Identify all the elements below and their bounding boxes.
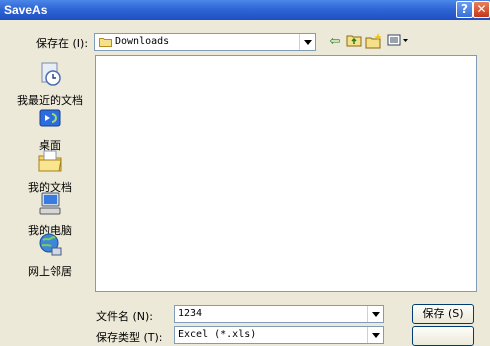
place-network[interactable]: 网上邻居 [14, 231, 86, 279]
my-computer-icon [39, 192, 61, 215]
back-icon[interactable]: ⇦ [326, 33, 344, 51]
place-desktop[interactable]: 桌面 [14, 105, 86, 153]
save-in-value: Downloads [115, 36, 170, 47]
desktop-icon [39, 109, 61, 127]
help-button[interactable]: ? [456, 1, 473, 18]
cancel-button[interactable] [412, 326, 474, 346]
filename-value: 1234 [178, 308, 203, 319]
chevron-down-icon[interactable] [299, 34, 315, 50]
save-in-label: 保存在 (I): [36, 37, 89, 50]
filetype-label: 保存类型 (T): [96, 331, 163, 344]
chevron-down-icon[interactable] [367, 306, 383, 322]
title-bar: SaveAs [0, 0, 490, 20]
chevron-down-icon[interactable] [367, 327, 383, 343]
recent-docs-icon [41, 62, 61, 86]
save-in-dropdown[interactable]: Downloads [94, 33, 316, 51]
folder-icon [99, 38, 112, 47]
up-folder-icon[interactable] [345, 33, 363, 51]
filetype-dropdown[interactable]: Excel (*.xls) [174, 326, 384, 344]
network-icon [39, 233, 62, 256]
place-my-documents[interactable]: 我的文档 [14, 147, 86, 195]
file-list[interactable] [95, 55, 477, 292]
place-recent-docs[interactable]: 我最近的文档 [14, 60, 86, 108]
close-button[interactable]: ✕ [473, 1, 490, 18]
my-documents-icon [38, 150, 62, 172]
filename-input[interactable]: 1234 [174, 305, 384, 323]
filetype-value: Excel (*.xls) [178, 329, 257, 340]
filename-label: 文件名 (N): [96, 310, 154, 323]
window-title: SaveAs [4, 3, 48, 17]
view-menu-icon[interactable] [386, 33, 410, 51]
save-button[interactable]: 保存 (S) [412, 304, 474, 324]
place-label: 网上邻居 [28, 265, 72, 278]
new-folder-icon[interactable] [365, 33, 383, 51]
